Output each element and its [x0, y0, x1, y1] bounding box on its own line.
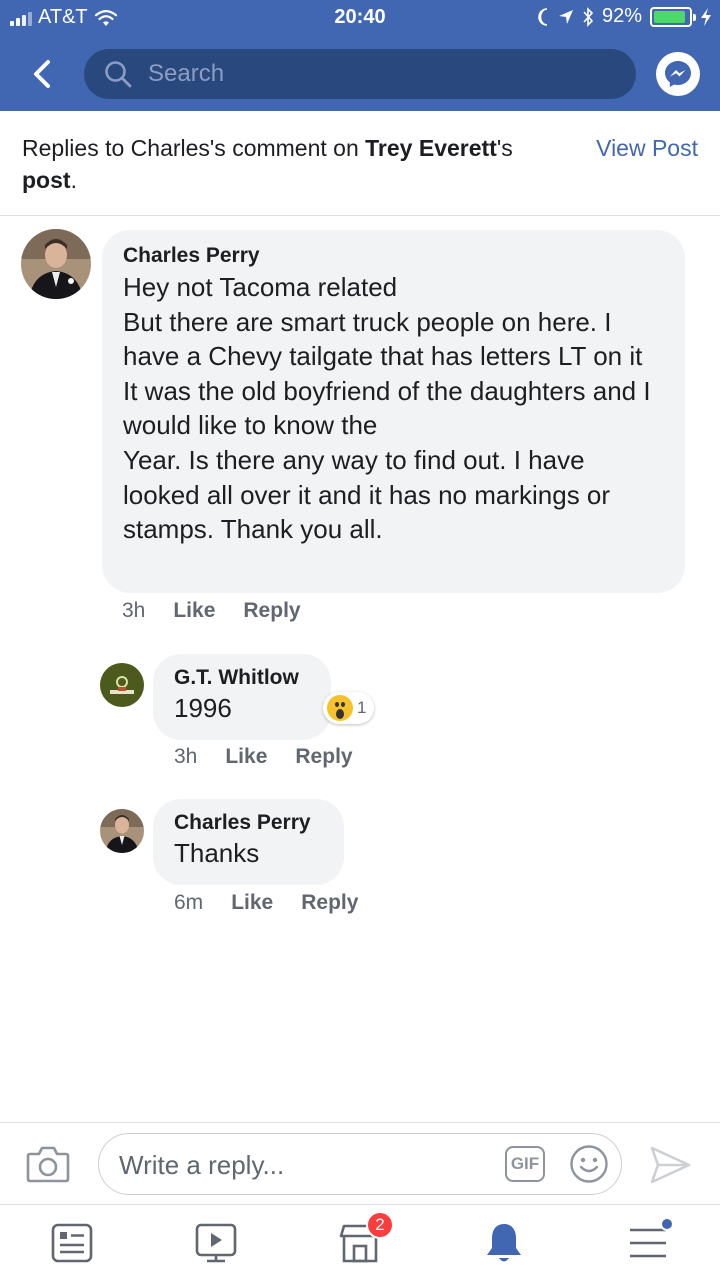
app-header: AT&T 20:40 92% Search [0, 0, 720, 111]
comment-text: 1996 [174, 693, 232, 723]
context-middle: 's [496, 135, 513, 161]
smiley-icon [570, 1145, 608, 1183]
comment-text: Hey not Tacoma related But there are sma… [123, 272, 651, 545]
tab-notifications[interactable] [480, 1219, 528, 1267]
back-button[interactable] [24, 56, 60, 92]
chevron-left-icon [34, 60, 50, 88]
messenger-button[interactable] [656, 52, 700, 96]
gif-button[interactable]: GIF [505, 1146, 545, 1182]
commenter-name[interactable]: Charles Perry [123, 244, 663, 268]
view-post-link[interactable]: View Post [596, 132, 698, 164]
profile-photo [100, 809, 144, 853]
status-bar: AT&T 20:40 92% [0, 0, 720, 36]
notifications-icon [487, 1224, 521, 1262]
comment-actions: 3h Like Reply [122, 599, 301, 623]
bluetooth-icon [583, 6, 594, 27]
reply-placeholder: Write a reply... [119, 1150, 285, 1180]
search-icon [105, 61, 132, 88]
charging-icon [701, 7, 711, 26]
profile-photo [21, 229, 91, 299]
comment-timestamp: 3h [122, 599, 146, 622]
comment-bubble: Charles Perry Hey not Tacoma related But… [102, 230, 685, 593]
menu-icon [630, 1228, 666, 1258]
context-description: Replies to Charles's comment on Trey Eve… [22, 132, 572, 196]
comment-bubble: G.T. Whitlow 1996 [153, 654, 331, 740]
reaction-summary[interactable]: 1 [323, 692, 375, 724]
camera-button[interactable] [26, 1145, 70, 1188]
news-feed-icon [51, 1223, 93, 1263]
post-author-link[interactable]: Trey Everett [365, 135, 497, 161]
moon-icon [538, 7, 548, 26]
tab-news-feed[interactable] [48, 1219, 96, 1267]
context-prefix: Replies to Charles's comment on [22, 135, 366, 161]
comment-actions: 6m Like Reply [174, 891, 358, 915]
like-button[interactable]: Like [173, 599, 215, 623]
profile-photo [100, 663, 144, 707]
comment-text: Thanks [174, 838, 260, 868]
post-word: post [22, 167, 71, 193]
reply-button[interactable]: Reply [295, 745, 352, 769]
reaction-count: 1 [357, 698, 367, 717]
camera-icon [26, 1146, 70, 1183]
location-icon [558, 9, 573, 24]
reply-button[interactable]: Reply [301, 891, 358, 915]
status-right: 92% [536, 5, 712, 28]
avatar[interactable] [21, 229, 91, 299]
messenger-icon [665, 61, 691, 87]
tab-watch[interactable] [192, 1219, 240, 1267]
send-icon [650, 1146, 691, 1184]
comment-timestamp: 6m [174, 891, 204, 914]
nav-bar: Search [0, 46, 720, 102]
battery-icon [650, 6, 696, 27]
reply-button[interactable]: Reply [243, 599, 300, 623]
context-suffix: . [70, 167, 77, 193]
menu-notification-dot [660, 1217, 674, 1231]
search-input[interactable]: Search [84, 49, 636, 99]
like-button[interactable]: Like [225, 745, 267, 769]
comment-actions: 3h Like Reply [174, 745, 353, 769]
like-button[interactable]: Like [231, 891, 273, 915]
send-button[interactable] [648, 1145, 692, 1190]
watch-icon [195, 1223, 237, 1263]
reply-input[interactable]: Write a reply... GIF [98, 1133, 622, 1195]
avatar[interactable] [100, 809, 144, 853]
reply-composer: Write a reply... GIF [0, 1122, 720, 1204]
avatar[interactable] [100, 663, 144, 707]
replies-context-bar: Replies to Charles's comment on Trey Eve… [0, 111, 720, 216]
wow-reaction-icon [327, 695, 353, 721]
commenter-name[interactable]: G.T. Whitlow [174, 666, 311, 690]
search-placeholder: Search [148, 60, 225, 87]
marketplace-badge: 2 [366, 1211, 394, 1239]
battery-percent: 92% [601, 5, 642, 27]
comment-bubble: Charles Perry Thanks [153, 799, 344, 885]
bottom-tab-bar: 2 [0, 1204, 720, 1280]
comment-timestamp: 3h [174, 745, 198, 768]
emoji-button[interactable] [569, 1144, 609, 1189]
battery-level-fill [654, 10, 686, 23]
commenter-name[interactable]: Charles Perry [174, 811, 324, 835]
